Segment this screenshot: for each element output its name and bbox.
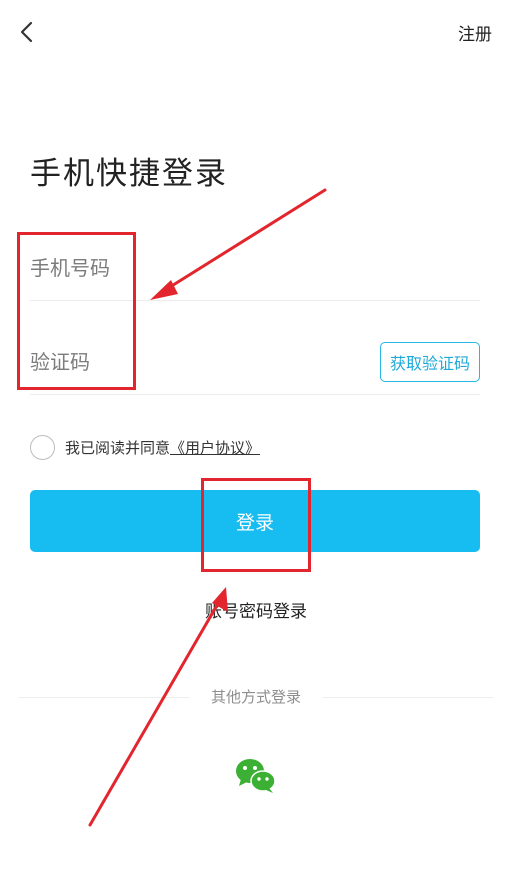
phone-field-row (30, 236, 480, 301)
back-button[interactable] (12, 16, 40, 48)
wechat-login-button[interactable] (234, 756, 278, 796)
other-login-methods-label: 其他方式登录 (210, 688, 301, 706)
verification-code-field-row: 获取验证码 (30, 330, 480, 395)
login-button[interactable]: 登录 (30, 490, 480, 552)
agreement-row: 我已阅读并同意 《用户协议》 (30, 432, 260, 462)
verification-code-input[interactable] (30, 350, 230, 374)
register-link[interactable]: 注册 (458, 20, 492, 45)
phone-input[interactable] (30, 256, 330, 280)
login-screen: 注册 手机快捷登录 获取验证码 我已阅读并同意 《用户协议》 登录 账号密码登录… (0, 0, 512, 896)
password-login-link[interactable]: 账号密码登录 (0, 597, 512, 622)
wechat-icon (236, 759, 276, 793)
page-title: 手机快捷登录 (30, 156, 228, 192)
agreement-text: 我已阅读并同意 (65, 438, 171, 457)
user-agreement-link[interactable]: 《用户协议》 (170, 437, 260, 458)
get-code-button[interactable]: 获取验证码 (380, 342, 480, 382)
agree-checkbox[interactable] (30, 434, 55, 460)
chevron-left-icon (20, 21, 33, 43)
